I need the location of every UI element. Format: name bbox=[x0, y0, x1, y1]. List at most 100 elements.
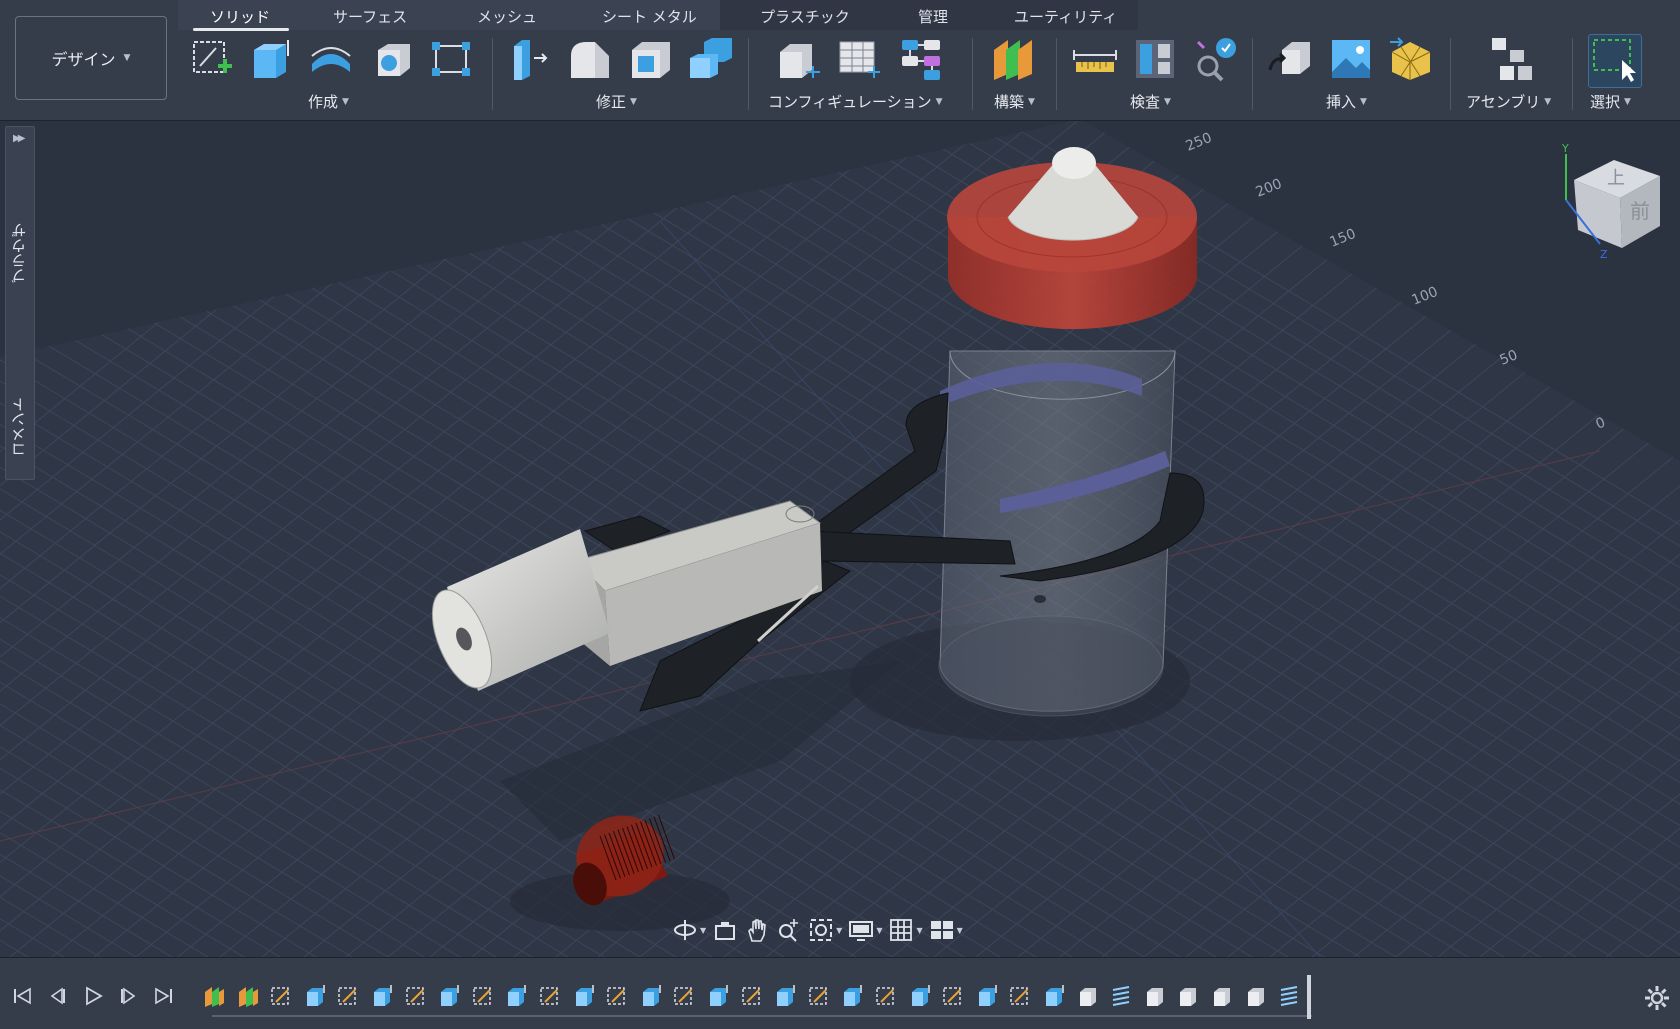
timeline-track bbox=[212, 1015, 1312, 1017]
configure-model-icon[interactable] bbox=[776, 36, 822, 82]
timeline-feature-extrude[interactable] bbox=[303, 984, 327, 1008]
insert-derive-icon[interactable] bbox=[1268, 36, 1314, 82]
pattern-icon[interactable] bbox=[428, 36, 474, 82]
gear-icon[interactable] bbox=[1644, 985, 1670, 1011]
measure-icon[interactable] bbox=[1072, 36, 1118, 82]
configuration-table-icon[interactable] bbox=[836, 36, 882, 82]
fit-button[interactable]: ▼ bbox=[808, 917, 842, 943]
timeline-feature-sketch[interactable] bbox=[740, 984, 764, 1008]
pan-button[interactable] bbox=[744, 917, 770, 943]
chevron-down-icon: ▼ bbox=[956, 925, 963, 935]
browser-tab[interactable]: ブラウザ bbox=[8, 223, 32, 283]
hole-icon[interactable] bbox=[370, 36, 416, 82]
go-to-end-button[interactable] bbox=[153, 985, 175, 1007]
timeline-feature-extrude[interactable] bbox=[908, 984, 932, 1008]
timeline-marker[interactable] bbox=[1307, 975, 1311, 1019]
timeline-feature-sketch[interactable] bbox=[605, 984, 629, 1008]
timeline-feature-sketch[interactable] bbox=[471, 984, 495, 1008]
timeline-feature-extrude[interactable] bbox=[572, 984, 596, 1008]
select-menu[interactable]: 選択 ▼ bbox=[1590, 91, 1631, 112]
timeline-feature-plane[interactable] bbox=[202, 984, 226, 1008]
timeline-feature-sketch[interactable] bbox=[269, 984, 293, 1008]
section-analysis-icon[interactable] bbox=[1132, 36, 1178, 82]
timeline-feature-coil[interactable] bbox=[1277, 984, 1301, 1008]
workspace-selector[interactable]: デザイン ▼ bbox=[15, 16, 167, 100]
timeline-feature-sketch[interactable] bbox=[1008, 984, 1032, 1008]
go-to-start-button[interactable] bbox=[11, 985, 33, 1007]
timeline-feature-sketch[interactable] bbox=[672, 984, 696, 1008]
modify-menu[interactable]: 修正 ▼ bbox=[596, 91, 637, 112]
look-at-button[interactable] bbox=[712, 917, 738, 943]
window-select-icon[interactable] bbox=[1592, 36, 1638, 82]
tab-manage[interactable]: 管理 bbox=[918, 6, 948, 27]
expand-panel-icon[interactable]: ▶▶ bbox=[13, 133, 26, 144]
tab-plastic[interactable]: プラスチック bbox=[760, 6, 850, 27]
model-scene[interactable]: 250 200 150 100 50 0 bbox=[0, 121, 1680, 957]
shell-icon[interactable] bbox=[628, 36, 674, 82]
step-forward-button[interactable] bbox=[117, 985, 139, 1007]
tab-solid[interactable]: ソリッド bbox=[210, 6, 270, 27]
press-pull-icon[interactable] bbox=[506, 36, 552, 82]
grid-settings-button[interactable]: ▼ bbox=[888, 917, 923, 943]
timeline-feature-extrude[interactable] bbox=[975, 984, 999, 1008]
timeline-feature-body[interactable] bbox=[1244, 984, 1268, 1008]
plane-icon bbox=[205, 987, 224, 1007]
step-back-button[interactable] bbox=[47, 985, 69, 1007]
comments-tab[interactable]: コメント bbox=[8, 397, 32, 457]
viewports-button[interactable]: ▼ bbox=[929, 917, 963, 943]
plane-icon bbox=[238, 987, 258, 1007]
timeline-feature-sketch[interactable] bbox=[404, 984, 428, 1008]
extrude-icon[interactable] bbox=[248, 36, 294, 82]
timeline-feature-sketch[interactable] bbox=[336, 984, 360, 1008]
sketch-icon bbox=[540, 987, 558, 1005]
timeline-feature-plane[interactable] bbox=[236, 984, 260, 1008]
canvas-viewport[interactable]: 250 200 150 100 50 0 上 前 Y Z bbox=[0, 121, 1680, 957]
timeline-feature-extrude[interactable] bbox=[504, 984, 528, 1008]
tab-mesh[interactable]: メッシュ bbox=[477, 6, 537, 27]
timeline-feature-body[interactable] bbox=[1176, 984, 1200, 1008]
fillet-icon[interactable] bbox=[567, 36, 613, 82]
create-sketch-icon[interactable] bbox=[190, 36, 236, 82]
insert-mesh-icon[interactable] bbox=[1388, 36, 1434, 82]
combine-icon[interactable] bbox=[688, 36, 734, 82]
play-button[interactable] bbox=[82, 985, 104, 1007]
timeline-feature-body[interactable] bbox=[1143, 984, 1167, 1008]
create-menu[interactable]: 作成 ▼ bbox=[308, 91, 349, 112]
configuration-menu[interactable]: コンフィギュレーション ▼ bbox=[768, 91, 943, 112]
view-cube[interactable]: 上 前 Y Z bbox=[1560, 140, 1670, 270]
timeline-feature-extrude[interactable] bbox=[706, 984, 730, 1008]
timeline-feature-extrude[interactable] bbox=[370, 984, 394, 1008]
sketch-icon bbox=[338, 987, 357, 1005]
offset-plane-icon[interactable] bbox=[990, 36, 1036, 82]
insert-menu[interactable]: 挿入 ▼ bbox=[1326, 91, 1367, 112]
theme-table-icon[interactable] bbox=[898, 36, 944, 82]
coil-icon bbox=[1281, 986, 1298, 1006]
timeline-feature-coil[interactable] bbox=[1109, 984, 1133, 1008]
tab-utilities[interactable]: ユーティリティ bbox=[1014, 6, 1117, 27]
inspect-menu[interactable]: 検査 ▼ bbox=[1130, 91, 1171, 112]
display-settings-button[interactable]: ▼ bbox=[848, 917, 882, 943]
timeline-feature-extrude[interactable] bbox=[1042, 984, 1066, 1008]
construct-menu[interactable]: 構築 ▼ bbox=[994, 91, 1035, 112]
assemble-menu[interactable]: アセンブリ ▼ bbox=[1466, 91, 1551, 112]
zoom-button[interactable] bbox=[776, 917, 802, 943]
timeline-feature-sketch[interactable] bbox=[874, 984, 898, 1008]
timeline-feature-extrude[interactable] bbox=[437, 984, 461, 1008]
timeline-feature-sketch[interactable] bbox=[807, 984, 831, 1008]
timeline-feature-extrude[interactable] bbox=[840, 984, 864, 1008]
revolve-icon[interactable] bbox=[308, 36, 354, 82]
insert-canvas-icon[interactable] bbox=[1328, 36, 1374, 82]
timeline-feature-extrude[interactable] bbox=[773, 984, 797, 1008]
tab-surface[interactable]: サーフェス bbox=[333, 6, 407, 27]
orbit-button[interactable]: ▼ bbox=[672, 917, 706, 943]
new-component-icon[interactable] bbox=[1490, 36, 1536, 82]
chevron-down-icon: ▼ bbox=[1624, 96, 1631, 107]
timeline-feature-body[interactable] bbox=[1076, 984, 1100, 1008]
tab-sheet-metal[interactable]: シート メタル bbox=[602, 6, 697, 27]
view-cube-top: 上 bbox=[1607, 168, 1625, 189]
timeline-feature-extrude[interactable] bbox=[639, 984, 663, 1008]
timeline-feature-sketch[interactable] bbox=[538, 984, 562, 1008]
interference-icon[interactable] bbox=[1192, 36, 1238, 82]
timeline-feature-sketch[interactable] bbox=[941, 984, 965, 1008]
timeline-feature-body[interactable] bbox=[1210, 984, 1234, 1008]
